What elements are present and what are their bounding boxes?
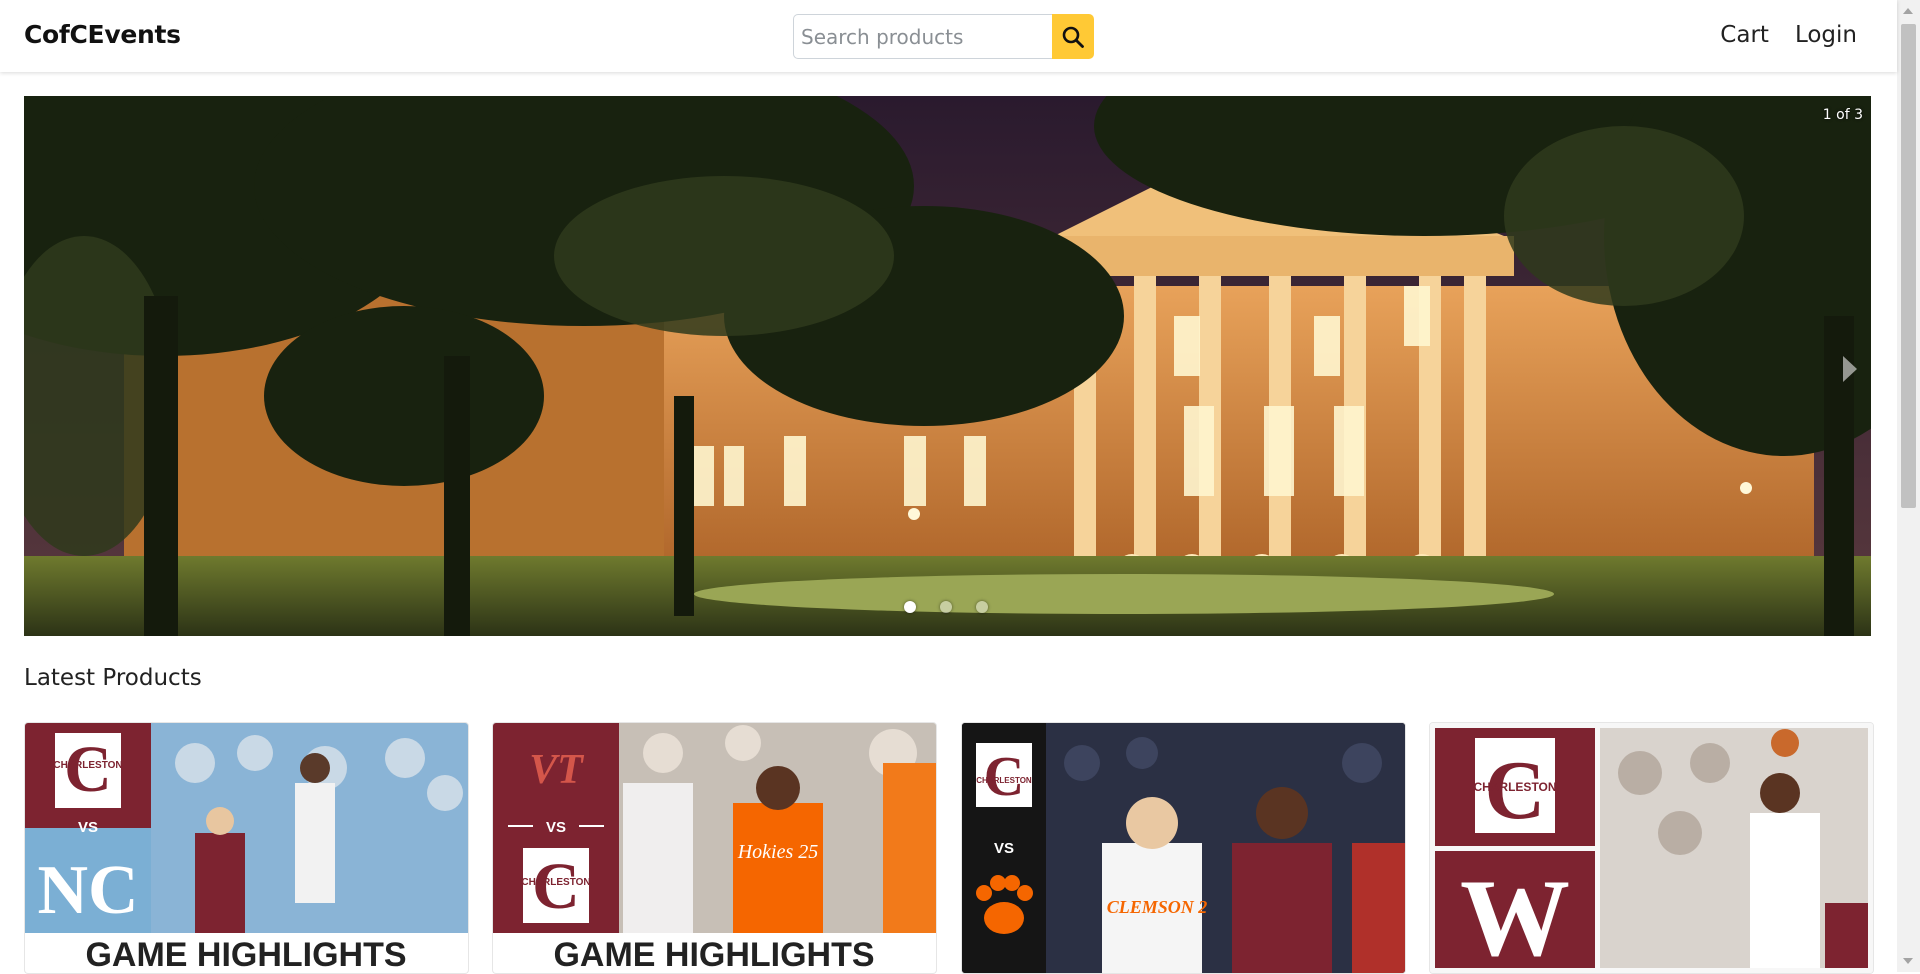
- carousel-dot-2[interactable]: [940, 601, 952, 613]
- vs-label: VS: [78, 819, 98, 836]
- latest-products-heading: Latest Products: [24, 665, 202, 691]
- home-team-label: CHARLESTON: [521, 877, 590, 888]
- search-input[interactable]: [793, 14, 1052, 59]
- product-card[interactable]: Hokies 25 VT VS C CHARLESTON GAME HIGHLI…: [492, 722, 937, 974]
- opponent-logo: VT: [529, 747, 585, 793]
- home-team-label: CHARLESTON: [976, 776, 1032, 785]
- product-thumbnail: C CHARLESTON W: [1430, 723, 1873, 973]
- page-scrollbar[interactable]: [1897, 0, 1920, 972]
- banner-text: GAME HIGHLIGHTS: [553, 936, 874, 973]
- carousel-indicators: [904, 601, 988, 613]
- vs-label: VS: [546, 819, 566, 836]
- search-button[interactable]: [1052, 14, 1094, 59]
- brand-logo[interactable]: CofCEvents: [24, 20, 181, 49]
- banner-text: GAME HIGHLIGHTS: [85, 936, 406, 973]
- search-bar: [793, 14, 1094, 59]
- home-team-label: CHARLESTON: [1473, 780, 1556, 794]
- carousel-dot-3[interactable]: [976, 601, 988, 613]
- opponent-logo: W: [1460, 857, 1570, 973]
- search-icon: [1062, 26, 1084, 48]
- home-team-label: CHARLESTON: [53, 760, 122, 771]
- scroll-down-arrow-icon[interactable]: [1903, 958, 1913, 964]
- product-thumbnail: Hokies 25 VT VS C CHARLESTON GAME HIGHLI…: [493, 723, 936, 973]
- opponent-logo: NC: [37, 852, 138, 929]
- hero-carousel: 1 of 3: [24, 96, 1871, 636]
- top-navbar: CofCEvents Cart Login: [0, 0, 1897, 72]
- login-link[interactable]: Login: [1795, 22, 1857, 48]
- product-card[interactable]: CLEMSON 2 C CHARLESTON VS: [961, 722, 1406, 974]
- player-jersey: CLEMSON 2: [1107, 897, 1208, 917]
- product-card[interactable]: C CHARLESTON VS NC GAME HIGHLIGHTS: [24, 722, 469, 974]
- hero-slide-image: [24, 96, 1871, 636]
- cart-link[interactable]: Cart: [1720, 22, 1769, 48]
- carousel-dot-1[interactable]: [904, 601, 916, 613]
- product-thumbnail: C CHARLESTON VS NC GAME HIGHLIGHTS: [25, 723, 468, 973]
- main-nav: Cart Login: [1720, 22, 1857, 48]
- slide-counter: 1 of 3: [1822, 107, 1863, 123]
- scroll-up-arrow-icon[interactable]: [1903, 8, 1913, 14]
- carousel-next-icon[interactable]: [1843, 356, 1857, 382]
- product-card[interactable]: C CHARLESTON W: [1429, 722, 1874, 974]
- scroll-thumb[interactable]: [1901, 24, 1916, 508]
- product-thumbnail: CLEMSON 2 C CHARLESTON VS: [962, 723, 1405, 973]
- vs-label: VS: [994, 840, 1014, 857]
- player-jersey: Hokies 25: [737, 841, 819, 863]
